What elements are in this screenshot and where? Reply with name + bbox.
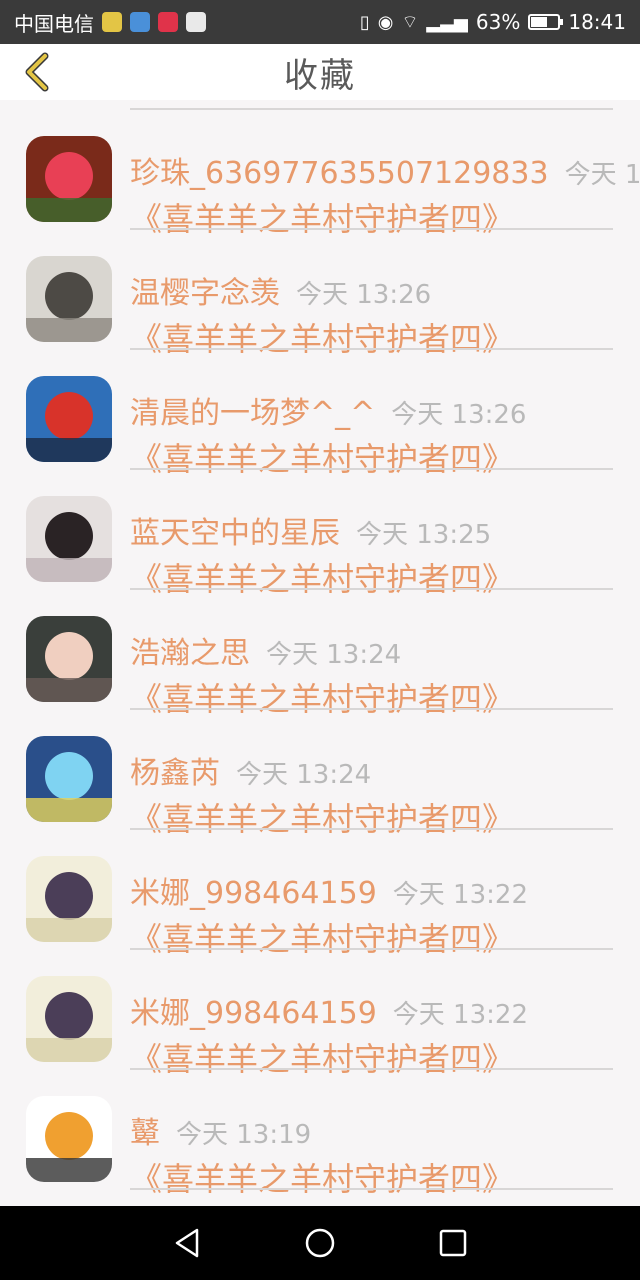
user-name: 温樱字念羡: [130, 276, 280, 311]
timestamp: 今天 13:24: [236, 760, 372, 790]
avatar[interactable]: [26, 616, 112, 702]
app-notification-icon: [130, 12, 150, 32]
status-bar: 中国电信 ▯ ◉ ⌔ ▂▃▅ 63% 18:41: [0, 0, 640, 44]
nav-home-button[interactable]: [300, 1223, 340, 1263]
chevron-left-icon: [25, 52, 49, 92]
list-item[interactable]: 浩瀚之思 今天 13:24 《喜羊羊之羊村守护者四》: [0, 590, 640, 718]
timestamp: 今天 13: [564, 160, 640, 190]
vibrate-icon: ▯: [359, 11, 370, 33]
user-name: 珍珠_636977635507129833: [130, 156, 549, 191]
timestamp: 今天 13:26: [296, 280, 432, 310]
triangle-back-icon: [175, 1228, 198, 1258]
item-header: 鼙今天 13:19: [130, 1108, 311, 1152]
favorites-list[interactable]: 珍珠_636977635507129833今天 13《喜羊羊之羊村守护者四》温樱…: [0, 100, 640, 1206]
item-header: 蓝天空中的星辰 今天 13:25: [130, 508, 491, 552]
list-item[interactable]: 米娜_998464159 今天 13:22 《喜羊羊之羊村守护者四》: [0, 950, 640, 1078]
timestamp: 今天 13:22: [392, 1000, 528, 1030]
list-item[interactable]: 杨鑫芮 今天 13:24 《喜羊羊之羊村守护者四》: [0, 710, 640, 838]
clock: 18:41: [568, 10, 626, 34]
book-title: 《喜羊羊之羊村守护者四》: [130, 1160, 515, 1198]
timestamp: 今天 13:22: [392, 880, 528, 910]
item-header: 浩瀚之思 今天 13:24: [130, 628, 401, 672]
avatar[interactable]: [26, 376, 112, 462]
item-header: 清晨的一场梦^_^ 今天 13:26: [130, 388, 526, 432]
app-header: 收藏: [0, 44, 640, 100]
circle-home-icon: [305, 1228, 335, 1258]
avatar[interactable]: [26, 136, 112, 222]
list-item[interactable]: 鼙今天 13:19 《喜羊羊之羊村守护者四》: [0, 1070, 640, 1198]
item-header: 米娜_998464159 今天 13:22: [130, 988, 528, 1032]
list-item[interactable]: 米娜_998464159 今天 13:22 《喜羊羊之羊村守护者四》: [0, 830, 640, 958]
list-item[interactable]: 清晨的一场梦^_^ 今天 13:26 《喜羊羊之羊村守护者四》: [0, 350, 640, 478]
xiaohongshu-icon: [158, 12, 178, 32]
eye-icon: ◉: [377, 11, 394, 33]
user-name: 米娜_998464159: [130, 996, 377, 1031]
avatar[interactable]: [26, 256, 112, 342]
item-header: 杨鑫芮 今天 13:24: [130, 748, 371, 792]
item-header: 珍珠_636977635507129833 今天 13: [130, 148, 640, 192]
user-name: 清晨的一场梦^_^: [130, 396, 376, 431]
list-item[interactable]: 蓝天空中的星辰 今天 13:25 《喜羊羊之羊村守护者四》: [0, 470, 640, 598]
user-name: 米娜_998464159: [130, 876, 377, 911]
user-name: 鼙: [130, 1116, 160, 1151]
gift-icon: [186, 12, 206, 32]
avatar[interactable]: [26, 736, 112, 822]
user-name: 浩瀚之思: [130, 636, 250, 671]
timestamp: 今天 13:24: [266, 640, 402, 670]
timestamp: 今天 13:19: [176, 1120, 312, 1150]
avatar[interactable]: [26, 856, 112, 942]
list-item[interactable]: 珍珠_636977635507129833今天 13《喜羊羊之羊村守护者四》: [0, 110, 640, 238]
list-item[interactable]: 温樱字念羡 今天 13:26 《喜羊羊之羊村守护者四》: [0, 230, 640, 358]
nav-back-button[interactable]: [167, 1223, 207, 1263]
timestamp: 今天 13:26: [391, 400, 527, 430]
nav-recents-button[interactable]: [433, 1223, 473, 1263]
battery-icon: [528, 14, 564, 30]
avatar[interactable]: [26, 496, 112, 582]
app-notification-icon: [102, 12, 122, 32]
wifi-icon: ⌔: [401, 11, 419, 33]
back-button[interactable]: [16, 50, 56, 94]
timestamp: 今天 13:25: [356, 520, 492, 550]
page-title: 收藏: [284, 55, 356, 96]
square-recents-icon: [440, 1229, 467, 1257]
avatar[interactable]: [26, 976, 112, 1062]
user-name: 杨鑫芮: [130, 756, 220, 791]
user-name: 蓝天空中的星辰: [130, 516, 340, 551]
signal-icon: ▂▃▅: [426, 11, 468, 33]
carrier-label: 中国电信: [14, 11, 94, 36]
battery-fill: [531, 17, 548, 27]
divider: [130, 1188, 613, 1190]
battery-percent: 63%: [475, 10, 521, 34]
avatar[interactable]: [26, 1096, 112, 1182]
item-header: 温樱字念羡 今天 13:26: [130, 268, 431, 312]
navigation-bar: [0, 1206, 640, 1280]
item-header: 米娜_998464159 今天 13:22: [130, 868, 528, 912]
